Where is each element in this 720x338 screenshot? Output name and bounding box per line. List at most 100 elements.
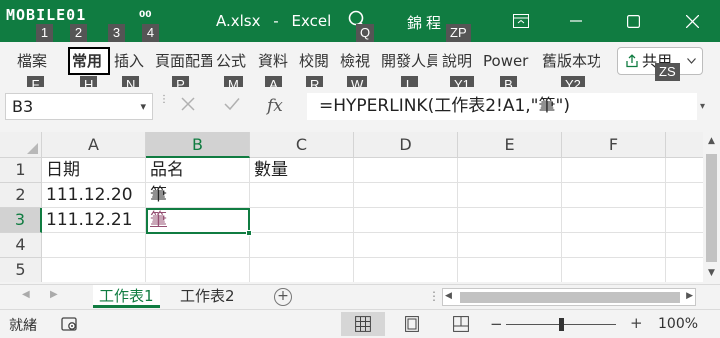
name-box[interactable]: B3 ▾ [5, 93, 153, 120]
column-header-e[interactable]: E [458, 132, 562, 158]
scroll-left-icon[interactable]: ◀ [445, 291, 452, 301]
cell-a1[interactable]: 日期 [42, 158, 146, 183]
cell-g5[interactable] [666, 258, 703, 282]
cell-f3[interactable] [562, 208, 666, 233]
chevron-down-icon[interactable]: ▾ [140, 94, 146, 119]
column-header-b[interactable]: B [146, 132, 250, 158]
cell-b5[interactable] [146, 258, 250, 282]
tab-page-layout[interactable]: 頁面配置 [155, 50, 212, 74]
cell-a4[interactable] [42, 233, 146, 258]
cell-f2[interactable] [562, 183, 666, 208]
cell-e3[interactable] [458, 208, 562, 233]
cell-c3[interactable] [250, 208, 354, 233]
expand-formula-icon[interactable]: ▾ [700, 93, 716, 120]
column-header-g[interactable] [666, 132, 703, 158]
cell-a2[interactable]: 111.12.20 [42, 183, 146, 208]
cell-b1[interactable]: 品名 [146, 158, 250, 183]
tab-data[interactable]: 資料 [258, 50, 294, 74]
row-header-1[interactable]: 1 [0, 158, 42, 183]
tab-developer[interactable]: 開發人員 [381, 50, 437, 74]
tab-power[interactable]: Power [483, 50, 533, 74]
select-all-button[interactable] [0, 132, 42, 158]
cell-b4[interactable] [146, 233, 250, 258]
cell-b3-hyperlink[interactable]: 筆 [146, 208, 250, 233]
cell-d5[interactable] [354, 258, 458, 282]
sheet-tab-2[interactable]: 工作表2 [174, 285, 241, 308]
cell-d4[interactable] [354, 233, 458, 258]
vertical-scrollbar[interactable]: ▲ ▼ [703, 132, 720, 284]
cell-e4[interactable] [458, 233, 562, 258]
row-header-5[interactable]: 5 [0, 258, 42, 282]
cell-d2[interactable] [354, 183, 458, 208]
horizontal-scroll-thumb[interactable] [460, 292, 680, 303]
formula-input[interactable]: =HYPERLINK(工作表2!A1,"筆") [307, 93, 697, 120]
cell-c4[interactable] [250, 233, 354, 258]
cell-c1[interactable]: 數量 [250, 158, 354, 183]
add-sheet-button[interactable]: + [274, 288, 292, 306]
cell-d3[interactable] [354, 208, 458, 233]
cell-g3[interactable] [666, 208, 703, 233]
cell-c2[interactable] [250, 183, 354, 208]
cell-e5[interactable] [458, 258, 562, 282]
horizontal-scrollbar[interactable]: ◀ ▶ [442, 288, 696, 306]
tab-review[interactable]: 校閱 [299, 50, 335, 74]
cell-c5[interactable] [250, 258, 354, 282]
tab-legacy[interactable]: 舊版本功能 [542, 50, 600, 74]
cell-b2[interactable]: 筆 [146, 183, 250, 208]
vertical-scroll-thumb[interactable] [706, 154, 717, 262]
scroll-sheets-left-icon[interactable]: ◀ [22, 289, 30, 300]
scroll-right-icon[interactable]: ▶ [686, 291, 693, 301]
tab-file[interactable]: 檔案 [17, 50, 55, 74]
more-options-icon: ⋮ [159, 94, 169, 105]
title-separator: - [273, 12, 279, 30]
sheet-tab-1[interactable]: 工作表1 [93, 285, 160, 308]
cell-a5[interactable] [42, 258, 146, 282]
zoom-slider[interactable] [506, 318, 616, 331]
close-button[interactable] [672, 6, 712, 36]
tab-insert[interactable]: 插入 [114, 50, 150, 74]
accessibility-icon[interactable] [61, 316, 79, 336]
page-break-view-button[interactable] [439, 312, 483, 336]
cell-e2[interactable] [458, 183, 562, 208]
tab-home[interactable]: 常用 [68, 47, 110, 75]
column-header-a[interactable]: A [42, 132, 146, 158]
column-header-c[interactable]: C [250, 132, 354, 158]
row-header-4[interactable]: 4 [0, 233, 42, 258]
tab-formulas[interactable]: 公式 [216, 50, 252, 74]
cell-d1[interactable] [354, 158, 458, 183]
cell-g1[interactable] [666, 158, 703, 183]
cell-g2[interactable] [666, 183, 703, 208]
insert-function-icon[interactable]: fx [267, 93, 283, 120]
zoom-in-button[interactable]: + [630, 314, 643, 332]
ribbon-display-icon [513, 14, 529, 28]
page-layout-view-button[interactable] [390, 312, 434, 336]
enter-icon[interactable] [224, 93, 240, 120]
tab-view[interactable]: 檢視 [340, 50, 376, 74]
zoom-slider-handle[interactable] [558, 318, 564, 331]
scroll-down-icon[interactable]: ▼ [703, 264, 720, 282]
cell-e1[interactable] [458, 158, 562, 183]
normal-view-button[interactable] [341, 312, 385, 336]
maximize-button[interactable] [613, 6, 653, 36]
cell-g4[interactable] [666, 233, 703, 258]
column-header-f[interactable]: F [562, 132, 666, 158]
cancel-icon[interactable] [181, 93, 195, 120]
scroll-sheets-right-icon[interactable]: ▶ [50, 289, 58, 300]
cell-a3[interactable]: 111.12.21 [42, 208, 146, 233]
user-name[interactable]: 錦程 [407, 12, 445, 33]
ribbon-display-button[interactable] [501, 6, 541, 36]
cell-f4[interactable] [562, 233, 666, 258]
cell-f5[interactable] [562, 258, 666, 282]
row-header-2[interactable]: 2 [0, 183, 42, 208]
cell-f1[interactable] [562, 158, 666, 183]
keytip-qat-2: 2 [70, 24, 87, 42]
column-header-d[interactable]: D [354, 132, 458, 158]
zoom-level[interactable]: 100% [658, 316, 698, 332]
minimize-button[interactable] [556, 6, 596, 36]
status-bar: 就緒 − + 100% [0, 309, 720, 338]
scroll-up-icon[interactable]: ▲ [703, 132, 720, 150]
zoom-out-button[interactable]: − [490, 315, 503, 333]
file-name: A.xlsx [216, 12, 261, 30]
tab-help[interactable]: 說明 [442, 50, 478, 74]
row-header-3[interactable]: 3 [0, 208, 42, 233]
